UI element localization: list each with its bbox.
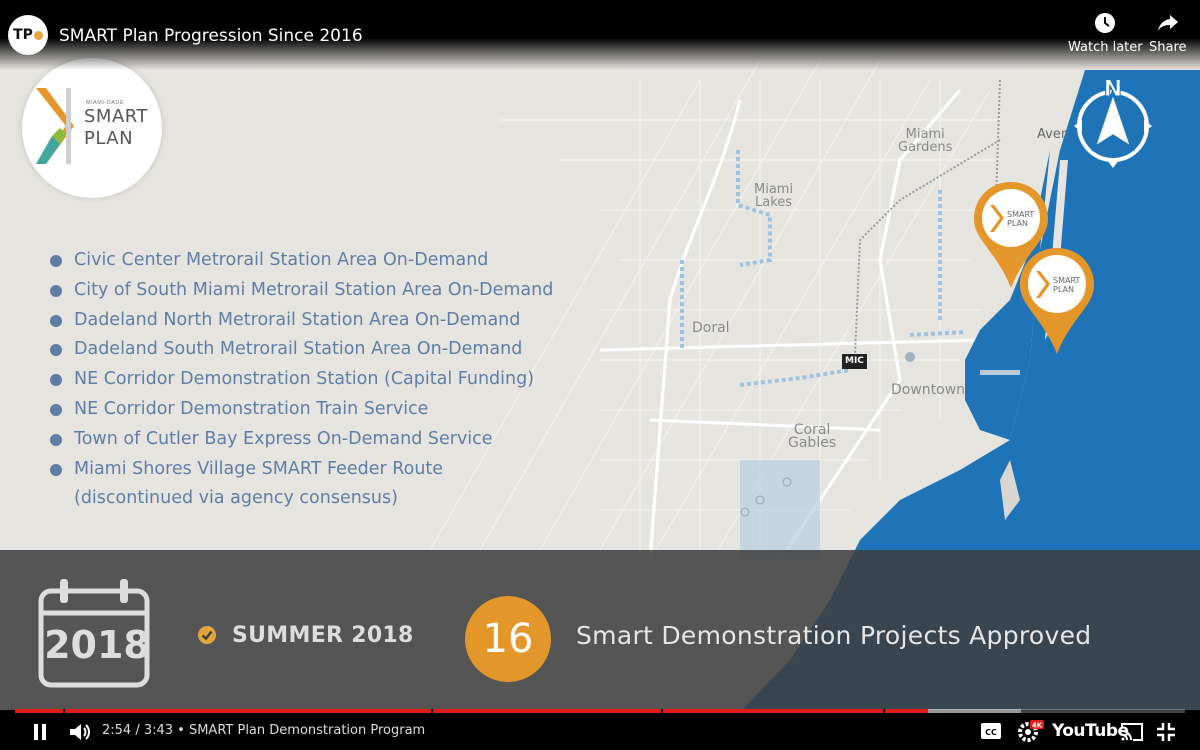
calendar-year: 2018 [44,623,150,667]
project-item: Dadeland South Metrorail Station Area On… [50,335,553,365]
check-icon [198,626,216,644]
share-label: Share [1149,40,1187,55]
channel-avatar[interactable]: TP [8,15,48,55]
project-item: Civic Center Metrorail Station Area On-D… [50,246,553,276]
map-label-coral-gables: Coral Gables [788,422,837,451]
compass-icon: N [1074,77,1152,168]
map-pin-smart-plan[interactable]: SMART PLAN [1018,246,1096,356]
svg-text:N: N [1104,77,1122,102]
settings-gear-icon[interactable]: 4K [1016,719,1044,743]
map-label-downtown: Downtown [891,382,966,398]
season-label: SUMMER 2018 [232,623,414,648]
project-item: NE Corridor Demonstration Train Service [50,395,553,425]
youtube-logo-button[interactable]: YouTube [1052,721,1129,741]
watch-later-button[interactable]: Watch later [1068,12,1143,55]
cast-icon[interactable] [1120,722,1144,742]
smart-plan-chevron-icon [36,88,74,164]
project-item: City of South Miami Metrorail Station Ar… [50,276,553,306]
svg-text:SMART: SMART [1007,210,1034,219]
project-item: Dadeland North Metrorail Station Area On… [50,306,553,336]
svg-text:PLAN: PLAN [1007,219,1028,228]
video-player[interactable]: Miami Gardens Miami Lakes Doral Downtown C… [0,0,1200,750]
share-button[interactable]: Share [1149,12,1187,55]
pause-icon[interactable] [30,722,50,742]
smart-plan-logo: MIAMI-DADE SMART PLAN [22,58,162,198]
project-item: Miami Shores Village SMART Feeder Route [50,455,553,485]
project-count-badge: 16 [465,596,551,682]
progress-bar[interactable] [15,709,1185,713]
video-top-bar: TP SMART Plan Progression Since 2016 Wat… [0,0,1200,70]
video-title[interactable]: SMART Plan Progression Since 2016 [59,26,363,46]
svg-text:4K: 4K [1032,722,1043,730]
logo-line2: PLAN [84,128,134,149]
captions-icon[interactable]: CC [980,722,1002,740]
milestone-banner: 2018 SUMMER 2018 16 Smart Demonstration … [0,550,1200,712]
map-label-mic: MIC [842,354,867,369]
project-count-label: Smart Demonstration Projects Approved [576,621,1092,650]
watch-later-label: Watch later [1068,40,1143,55]
svg-text:PLAN: PLAN [1053,285,1074,294]
map-label-doral: Doral [692,320,730,336]
project-item-note: (discontinued via agency consensus) [74,488,398,509]
project-item: NE Corridor Demonstration Station (Capit… [50,365,553,395]
svg-text:SMART: SMART [1053,276,1080,285]
share-arrow-icon [1157,15,1178,31]
map-label-miami-gardens: Miami Gardens [898,127,953,155]
time-display: 2:54 / 3:43 • SMART Plan Demonstration P… [102,723,426,738]
project-list: Civic Center Metrorail Station Area On-D… [50,246,553,514]
map-label-miami-lakes: Miami Lakes [754,182,794,210]
project-item: Town of Cutler Bay Express On-Demand Ser… [50,425,553,455]
clock-icon [1095,13,1116,33]
progress-played [15,709,928,713]
exit-fullscreen-icon[interactable] [1156,722,1176,742]
volume-icon[interactable] [68,721,92,743]
logo-line1: SMART [84,106,148,127]
svg-text:CC: CC [985,728,997,737]
